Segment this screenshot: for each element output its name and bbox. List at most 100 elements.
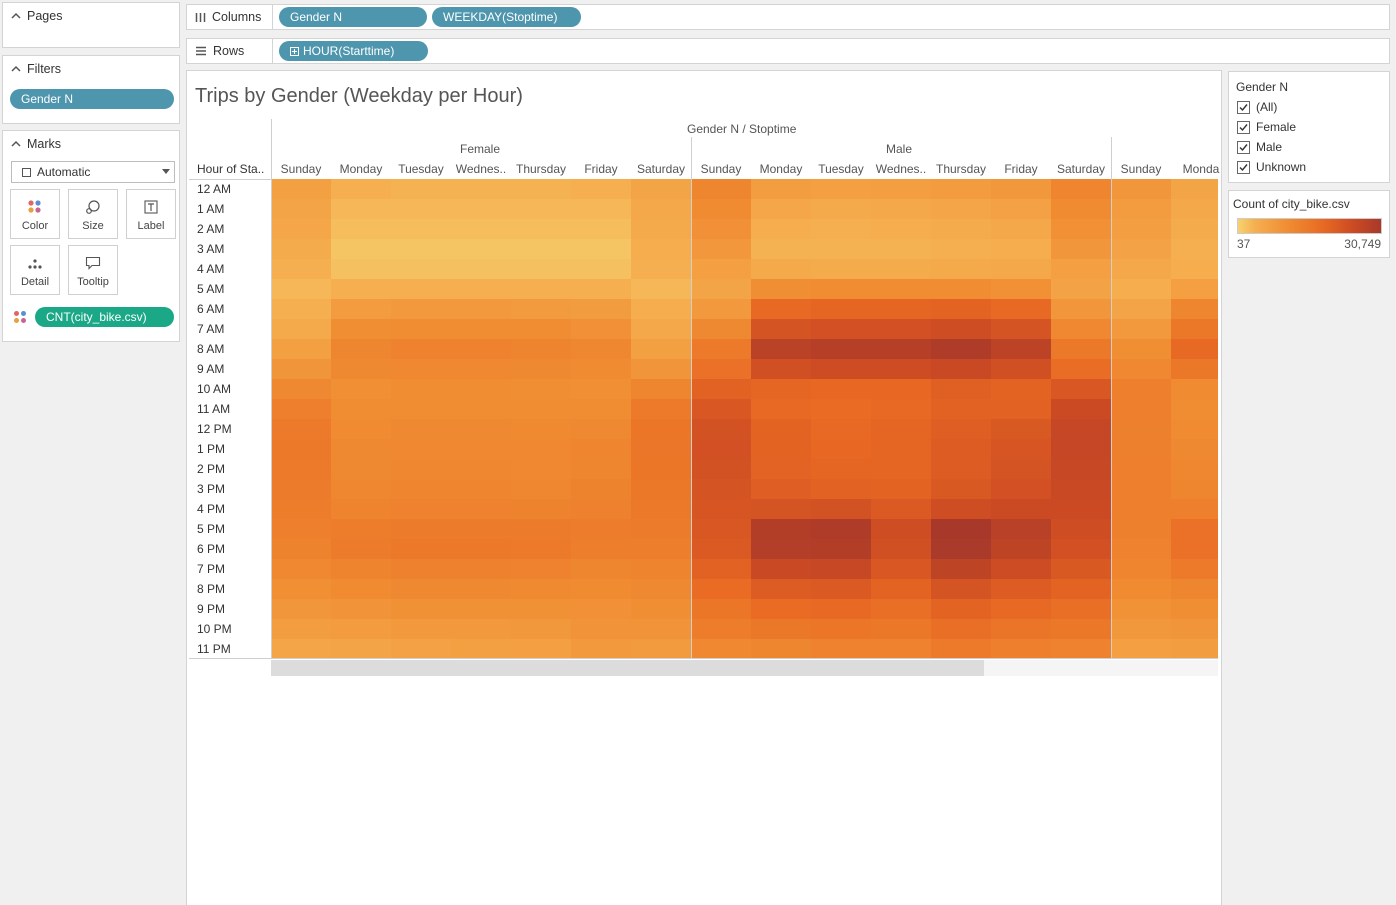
heatmap-cell[interactable]: [331, 399, 391, 419]
heatmap-cell[interactable]: [631, 619, 691, 639]
heatmap-cell[interactable]: [991, 319, 1051, 339]
heatmap-cell[interactable]: [451, 579, 511, 599]
heatmap-cell[interactable]: [631, 479, 691, 499]
heatmap-cell[interactable]: [991, 599, 1051, 619]
heatmap-cell[interactable]: [331, 639, 391, 659]
heatmap-cell[interactable]: [391, 199, 451, 219]
heatmap-cell[interactable]: [631, 339, 691, 359]
heatmap-cell[interactable]: [991, 619, 1051, 639]
tooltip-button[interactable]: Tooltip: [68, 245, 118, 295]
heatmap-cell[interactable]: [631, 279, 691, 299]
color-button[interactable]: Color: [10, 189, 60, 239]
heatmap-cell[interactable]: [1111, 339, 1171, 359]
heatmap-cell[interactable]: [751, 499, 811, 519]
heatmap-cell[interactable]: [1051, 479, 1111, 499]
heatmap-cell[interactable]: [271, 539, 331, 559]
heatmap-cell[interactable]: [271, 179, 331, 199]
heatmap-cell[interactable]: [451, 259, 511, 279]
heatmap-cell[interactable]: [631, 639, 691, 659]
heatmap-cell[interactable]: [931, 599, 991, 619]
heatmap-cell[interactable]: [331, 459, 391, 479]
heatmap-cell[interactable]: [331, 519, 391, 539]
heatmap-cell[interactable]: [811, 639, 871, 659]
heatmap-cell[interactable]: [271, 439, 331, 459]
measure-pill-count[interactable]: CNT(city_bike.csv): [35, 307, 174, 327]
heatmap-cell[interactable]: [1171, 299, 1218, 319]
heatmap-cell[interactable]: [1111, 559, 1171, 579]
heatmap-cell[interactable]: [691, 259, 751, 279]
heatmap-cell[interactable]: [931, 519, 991, 539]
heatmap-cell[interactable]: [1051, 319, 1111, 339]
heatmap-cell[interactable]: [691, 239, 751, 259]
heatmap-cell[interactable]: [571, 599, 631, 619]
heatmap-cell[interactable]: [1111, 379, 1171, 399]
heatmap-cell[interactable]: [1051, 379, 1111, 399]
heatmap-cell[interactable]: [631, 199, 691, 219]
heatmap-cell[interactable]: [1111, 639, 1171, 659]
heatmap-cell[interactable]: [1111, 619, 1171, 639]
heatmap-cell[interactable]: [811, 339, 871, 359]
heatmap-cell[interactable]: [331, 439, 391, 459]
heatmap-cell[interactable]: [931, 399, 991, 419]
heatmap-cell[interactable]: [871, 219, 931, 239]
heatmap-cell[interactable]: [271, 319, 331, 339]
scrollbar-thumb[interactable]: [271, 660, 984, 676]
heatmap-cell[interactable]: [931, 299, 991, 319]
heatmap-cell[interactable]: [391, 259, 451, 279]
heatmap-cell[interactable]: [451, 559, 511, 579]
heatmap-cell[interactable]: [451, 599, 511, 619]
heatmap-cell[interactable]: [511, 259, 571, 279]
heatmap-cell[interactable]: [511, 319, 571, 339]
heatmap-cell[interactable]: [1111, 459, 1171, 479]
heatmap-cell[interactable]: [871, 539, 931, 559]
heatmap-cell[interactable]: [571, 339, 631, 359]
heatmap-cell[interactable]: [571, 619, 631, 639]
heatmap-cell[interactable]: [1171, 279, 1218, 299]
chevron-up-icon[interactable]: [11, 64, 21, 74]
heatmap-cell[interactable]: [391, 439, 451, 459]
heatmap-cell[interactable]: [1171, 419, 1218, 439]
chevron-up-icon[interactable]: [11, 139, 21, 149]
heatmap-cell[interactable]: [811, 559, 871, 579]
heatmap-cell[interactable]: [571, 319, 631, 339]
heatmap-cell[interactable]: [391, 519, 451, 539]
dropdown-caret-icon[interactable]: [162, 169, 170, 174]
heatmap-cell[interactable]: [871, 619, 931, 639]
heatmap-cell[interactable]: [271, 559, 331, 579]
heatmap-cell[interactable]: [1171, 539, 1218, 559]
heatmap-cell[interactable]: [331, 499, 391, 519]
heatmap-cell[interactable]: [511, 439, 571, 459]
heatmap-cell[interactable]: [331, 559, 391, 579]
heatmap-cell[interactable]: [271, 479, 331, 499]
heatmap-cell[interactable]: [991, 399, 1051, 419]
heatmap-cell[interactable]: [571, 279, 631, 299]
heatmap-cell[interactable]: [991, 539, 1051, 559]
heatmap-cell[interactable]: [991, 239, 1051, 259]
heatmap-cell[interactable]: [1051, 259, 1111, 279]
heatmap-cell[interactable]: [511, 579, 571, 599]
heatmap-cell[interactable]: [691, 619, 751, 639]
heatmap-cell[interactable]: [1051, 599, 1111, 619]
heatmap-cell[interactable]: [331, 619, 391, 639]
heatmap-cell[interactable]: [751, 199, 811, 219]
heatmap-cell[interactable]: [451, 499, 511, 519]
heatmap-cell[interactable]: [571, 239, 631, 259]
heatmap-cell[interactable]: [691, 219, 751, 239]
heatmap-cell[interactable]: [631, 359, 691, 379]
heatmap-cell[interactable]: [1111, 599, 1171, 619]
pages-header[interactable]: Pages: [11, 9, 62, 23]
heatmap-cell[interactable]: [631, 419, 691, 439]
heatmap-cell[interactable]: [511, 399, 571, 419]
heatmap-cell[interactable]: [1051, 279, 1111, 299]
heatmap-cell[interactable]: [871, 239, 931, 259]
heatmap-cell[interactable]: [451, 519, 511, 539]
heatmap-cell[interactable]: [931, 619, 991, 639]
heatmap-cell[interactable]: [811, 439, 871, 459]
heatmap-cell[interactable]: [811, 279, 871, 299]
heatmap-cell[interactable]: [511, 559, 571, 579]
heatmap-cell[interactable]: [451, 199, 511, 219]
heatmap-cell[interactable]: [991, 199, 1051, 219]
heatmap-cell[interactable]: [1111, 479, 1171, 499]
heatmap-cell[interactable]: [991, 639, 1051, 659]
heatmap-cell[interactable]: [331, 379, 391, 399]
